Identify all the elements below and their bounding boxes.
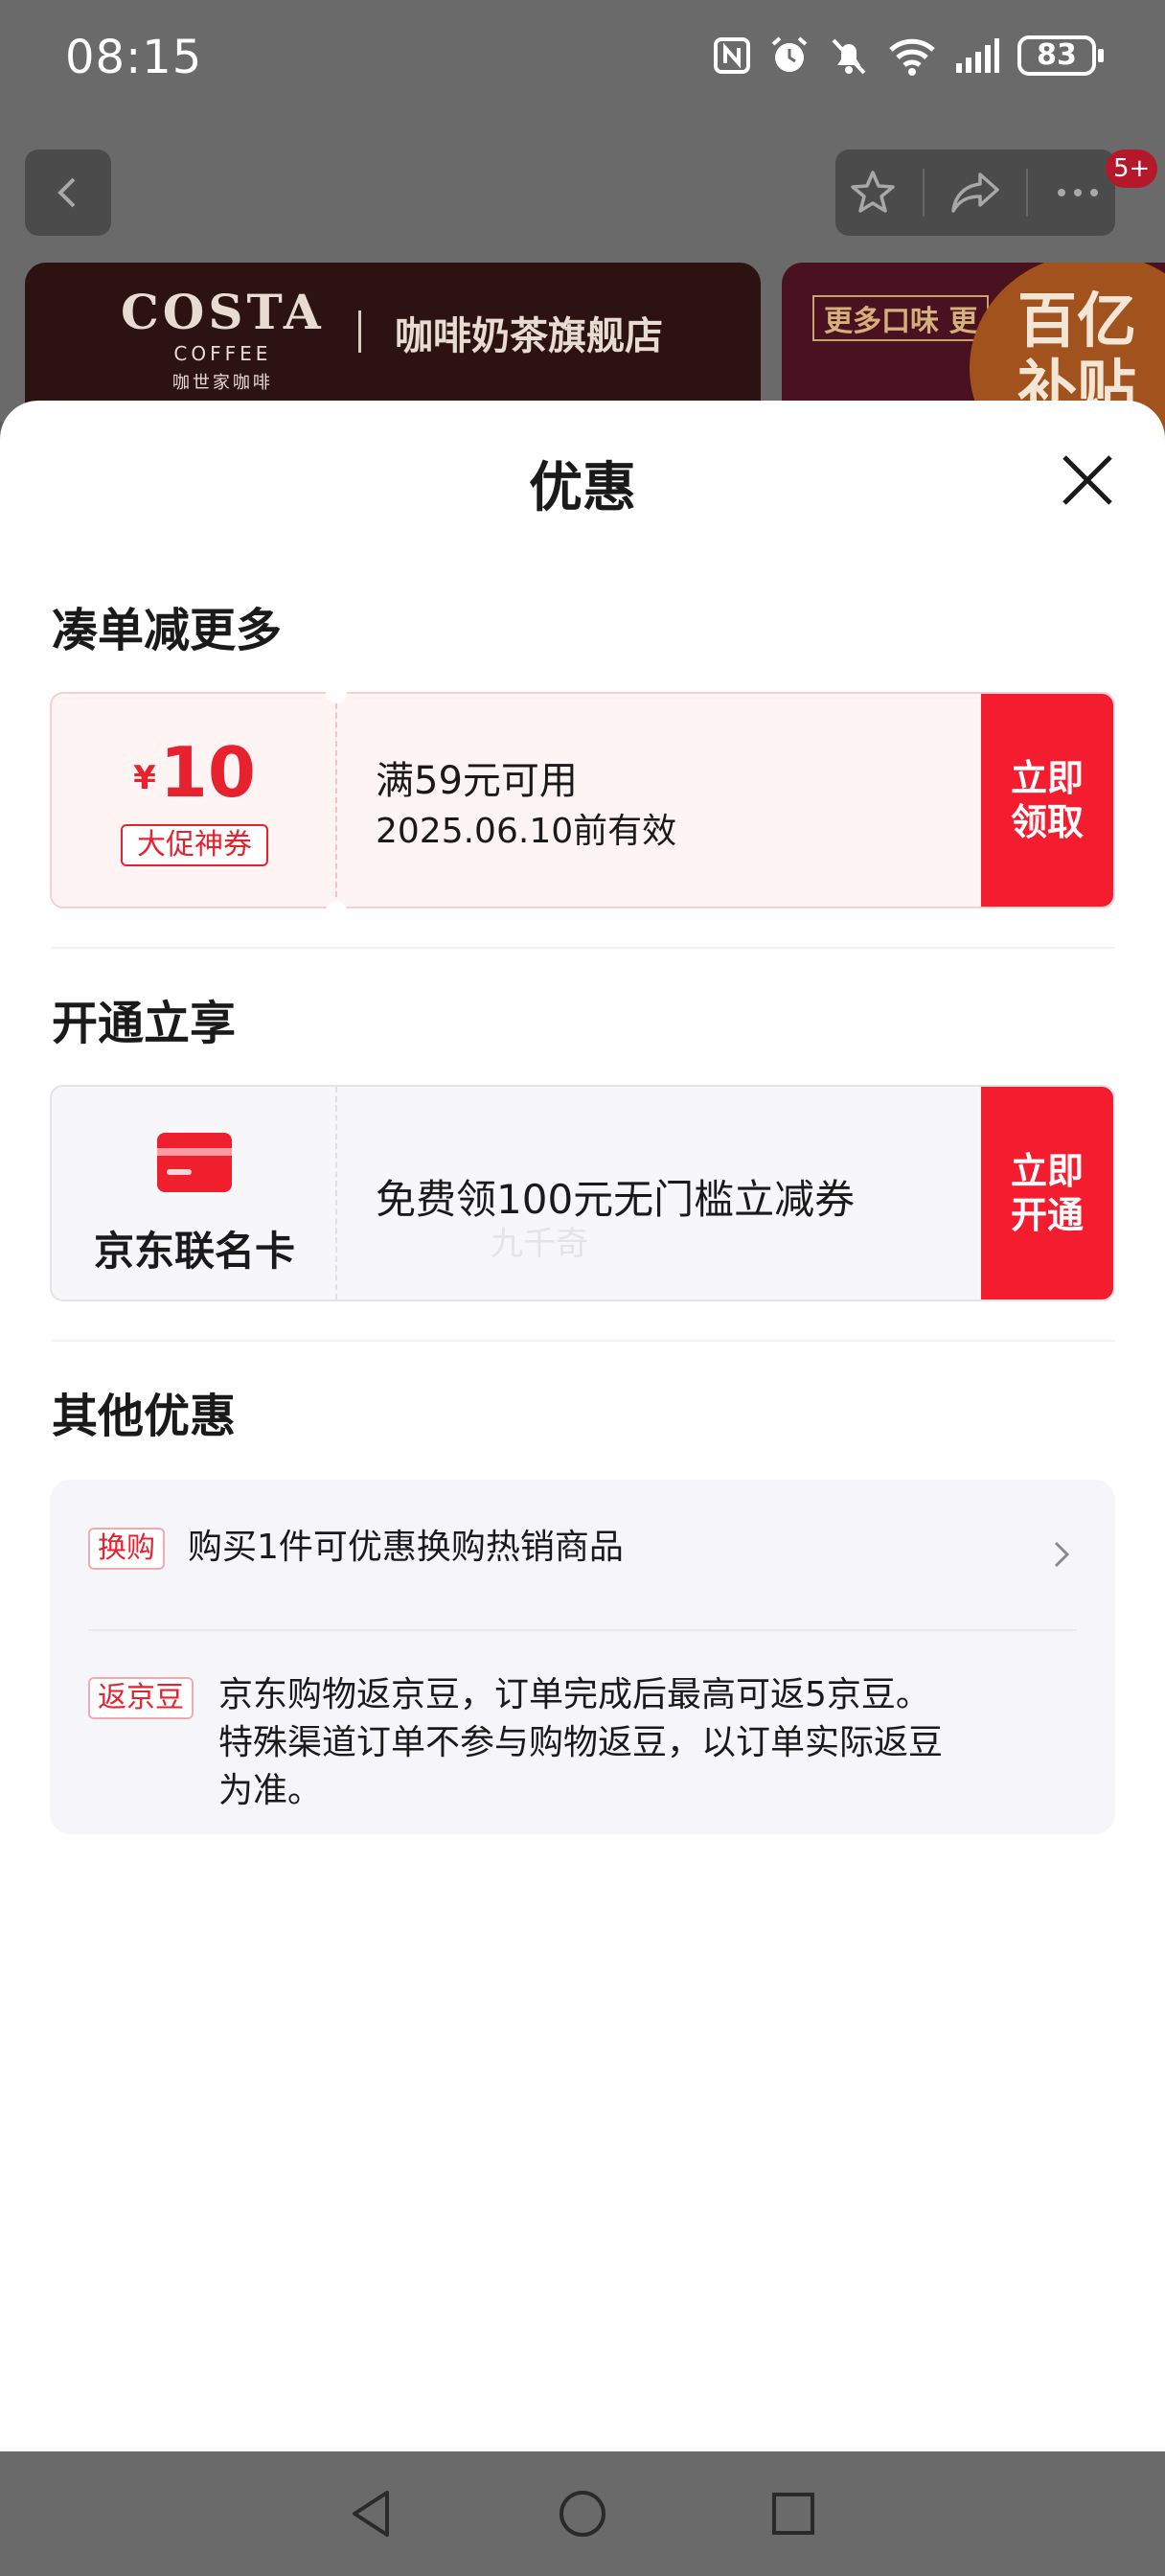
offer-text-jingdou: 京东购物返京豆，订单完成后最高可返5京豆。 特殊渠道订单不参与购物返豆，以订单实… <box>218 1675 944 1810</box>
close-button[interactable] <box>1054 447 1121 514</box>
back-button[interactable] <box>25 150 111 236</box>
offer-divider <box>88 1629 1077 1631</box>
cobrand-card-offer: 京东联名卡 免费领100元无门槛立减券 九千奇 立即 开通 <box>50 1085 1115 1301</box>
coupon-amount: ¥10 <box>133 732 256 813</box>
card-name: 京东联名卡 <box>93 1228 295 1275</box>
store-name: 咖啡奶茶旗舰店 <box>395 314 663 358</box>
more-icon[interactable] <box>1052 167 1104 218</box>
offer-tag-tradein: 换购 <box>88 1528 165 1570</box>
discount-sheet: 优惠 凑单减更多 ¥10 大促神券 满59元可用 2025.06.10前有效 立… <box>0 401 1165 2451</box>
share-icon[interactable] <box>948 167 1003 218</box>
card-offer-text: 免费领100元无门槛立减券 <box>376 1176 856 1223</box>
banner-divider <box>358 310 361 353</box>
action-divider <box>1026 169 1029 217</box>
coupon-tag: 大促神券 <box>121 824 268 866</box>
chevron-right-icon <box>1054 1541 1070 1568</box>
wifi-icon <box>889 38 935 76</box>
status-icons: 83 <box>713 34 1104 77</box>
section-title-combine: 凑单减更多 <box>52 604 283 657</box>
nav-recents-icon[interactable] <box>766 2487 820 2541</box>
coupon-value-area: ¥10 大促神券 <box>52 694 337 907</box>
star-icon[interactable] <box>847 167 899 218</box>
claim-coupon-button[interactable]: 立即 领取 <box>981 694 1113 907</box>
coupon-condition: 满59元可用 <box>376 759 578 803</box>
alarm-icon <box>771 36 808 72</box>
section-title-other: 其他优惠 <box>52 1390 237 1443</box>
coupon-card: ¥10 大促神券 满59元可用 2025.06.10前有效 立即 领取 <box>50 692 1115 908</box>
notification-badge: 5+ <box>1106 150 1158 188</box>
promo-tag: 更多口味 更 <box>812 295 990 341</box>
credit-card-icon <box>157 1133 232 1192</box>
watermark: 九千奇 <box>491 1225 588 1263</box>
costa-logo: COSTA COFFEE 咖世家咖啡 <box>121 284 325 393</box>
chevron-left-icon <box>57 177 76 208</box>
sheet-title: 优惠 <box>529 457 636 519</box>
signal-icon <box>956 38 999 73</box>
coupon-notch <box>326 901 347 922</box>
system-nav-bar <box>0 2451 1165 2576</box>
status-time: 08:15 <box>65 31 203 84</box>
status-bar: 08:15 83 <box>0 0 1165 125</box>
nav-back-icon[interactable] <box>345 2487 399 2541</box>
open-card-button[interactable]: 立即 开通 <box>981 1087 1113 1300</box>
section-divider <box>52 1340 1115 1342</box>
close-icon <box>1062 455 1112 505</box>
card-info-area: 京东联名卡 <box>52 1087 337 1300</box>
header-actions <box>835 150 1115 236</box>
coupon-validity: 2025.06.10前有效 <box>376 812 677 851</box>
nav-home-icon[interactable] <box>556 2487 609 2541</box>
other-offers-panel: 换购 购买1件可优惠换购热销商品 返京豆 京东购物返京豆，订单完成后最高可返5京… <box>50 1480 1115 1834</box>
mute-icon <box>832 38 866 75</box>
coupon-notch <box>326 682 347 703</box>
nfc-icon <box>714 37 750 74</box>
offer-tag-jingdou: 返京豆 <box>88 1677 194 1719</box>
battery-indicator: 83 <box>1017 35 1104 76</box>
action-divider <box>922 169 925 217</box>
section-divider <box>52 947 1115 949</box>
section-title-open: 开通立享 <box>52 997 237 1050</box>
offer-text-tradein: 购买1件可优惠换购热销商品 <box>188 1528 624 1567</box>
